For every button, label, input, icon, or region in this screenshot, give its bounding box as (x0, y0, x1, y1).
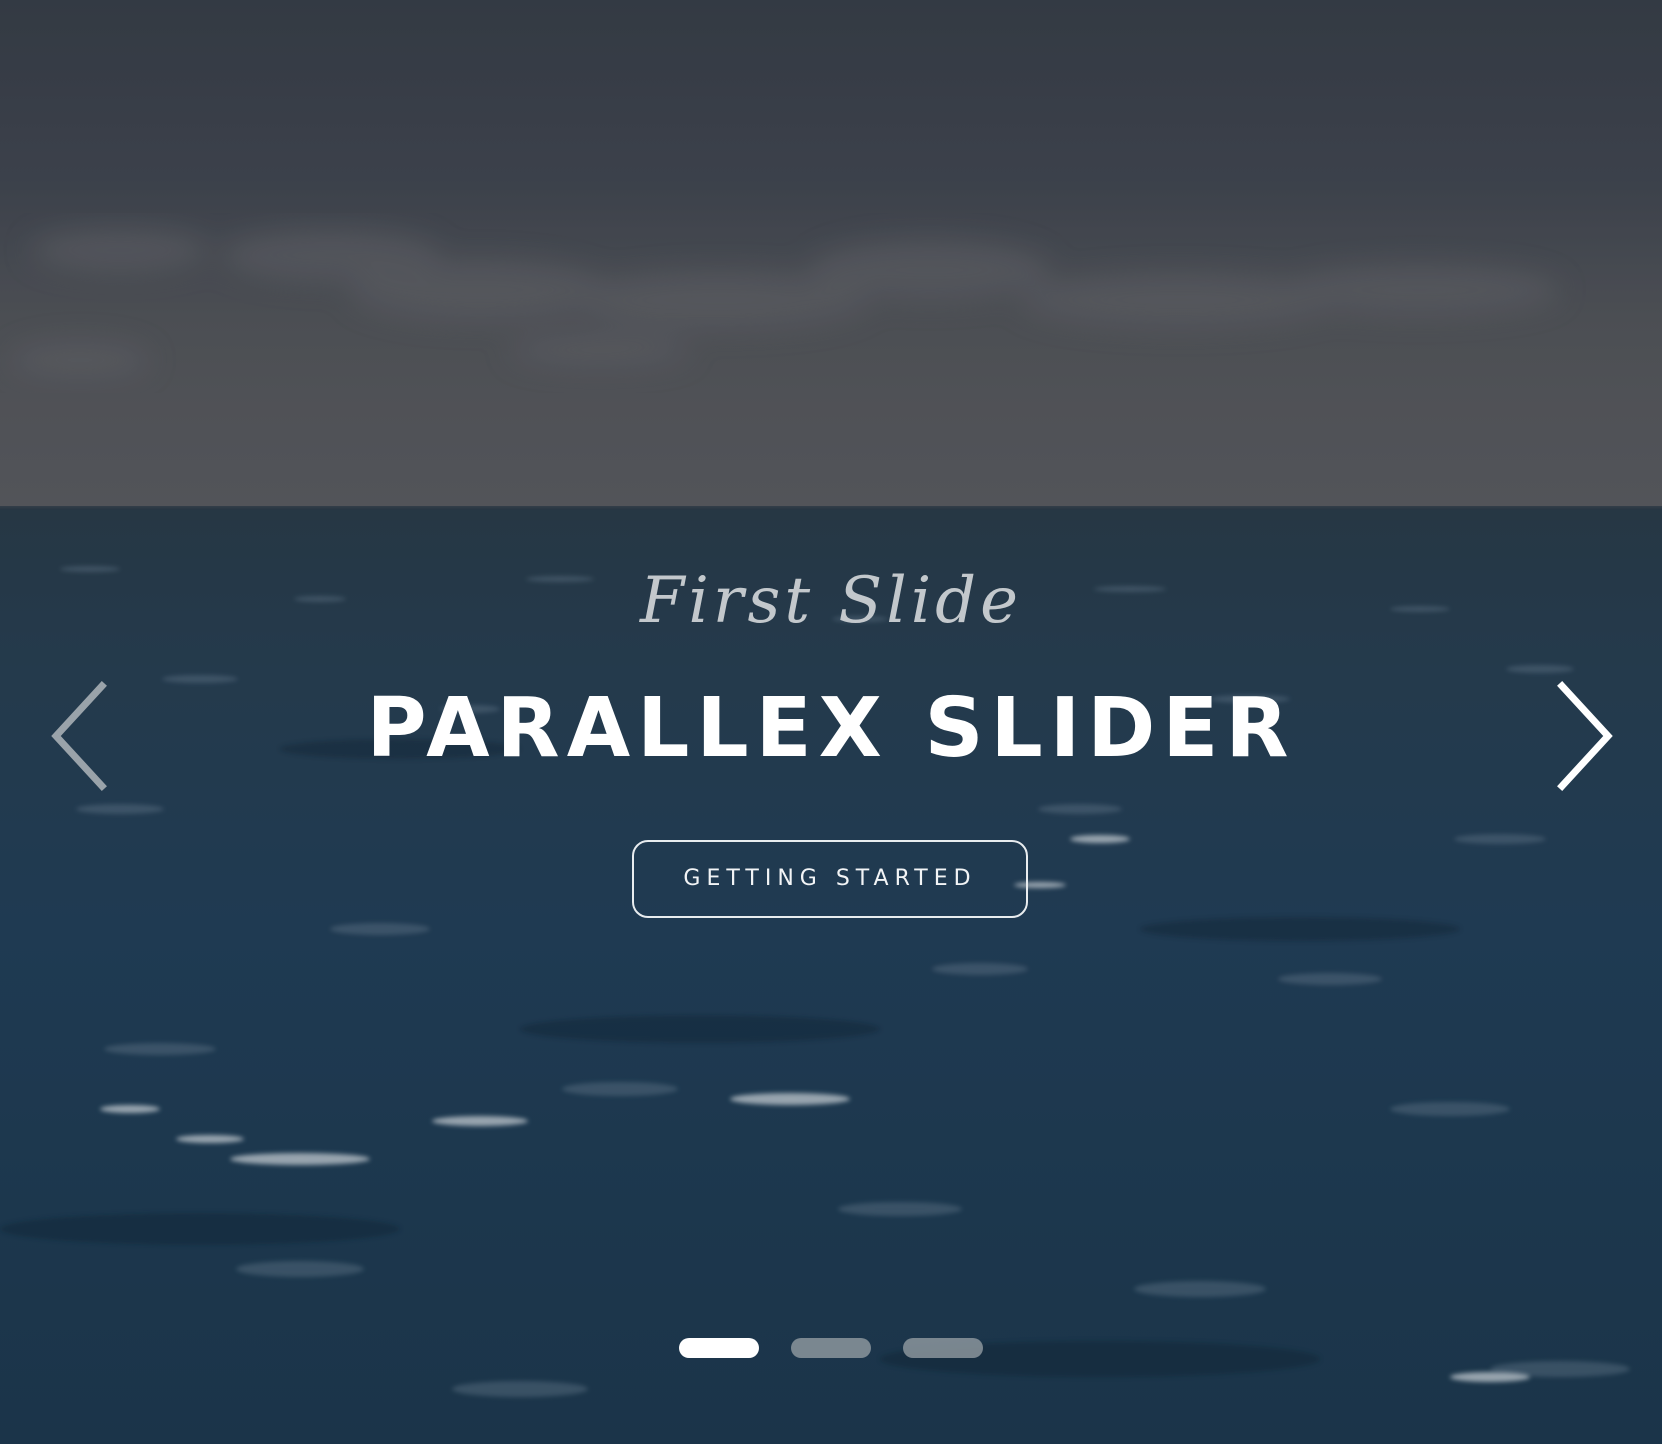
slide-indicator-1[interactable] (679, 1338, 759, 1358)
prev-slide-button[interactable] (46, 680, 116, 792)
slide-subtitle: First Slide (640, 564, 1022, 638)
chevron-left-icon (51, 681, 107, 791)
chevron-right-icon (1557, 681, 1613, 791)
slide-indicator-3[interactable] (903, 1338, 983, 1358)
slide-title: PARALLEX SLIDER (366, 681, 1296, 776)
getting-started-button[interactable]: GETTING STARTED (632, 840, 1028, 918)
slide-indicators (679, 1338, 983, 1358)
next-slide-button[interactable] (1548, 680, 1618, 792)
slide-indicator-2[interactable] (791, 1338, 871, 1358)
slide-caption: First Slide PARALLEX SLIDER (0, 555, 1662, 779)
hero-slider: First Slide PARALLEX SLIDER GETTING STAR… (0, 0, 1662, 1444)
